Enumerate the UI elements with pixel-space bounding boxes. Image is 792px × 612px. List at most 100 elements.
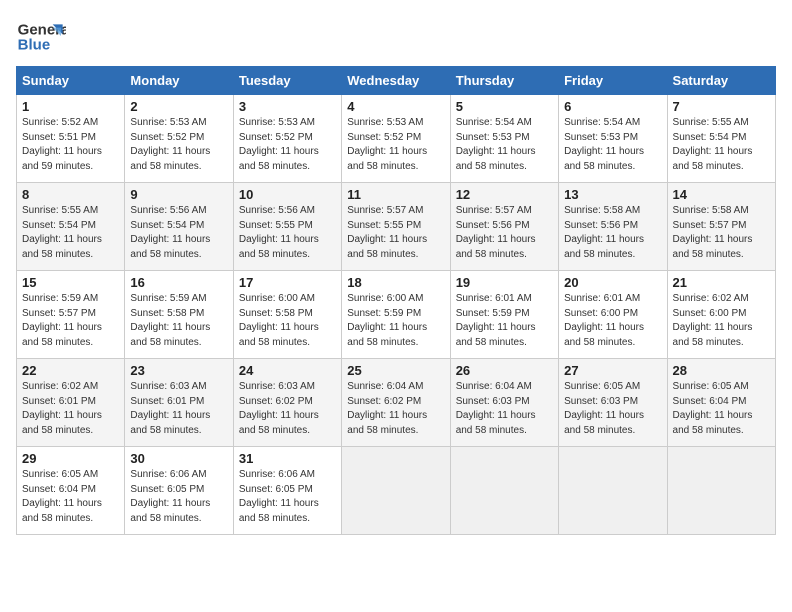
calendar-cell: 8 Sunrise: 5:55 AMSunset: 5:54 PMDaylight…: [17, 183, 125, 271]
calendar-header-row: SundayMondayTuesdayWednesdayThursdayFrid…: [17, 67, 776, 95]
day-info: Sunrise: 6:03 AMSunset: 6:01 PMDaylight:…: [130, 380, 227, 438]
day-number: 8: [22, 187, 119, 202]
calendar-week-row: 15Sunrise: 5:59 AMSunset: 5:57 PMDayligh…: [17, 271, 776, 359]
calendar-cell: 23 Sunrise: 6:03 AMSunset: 6:01 PMDayligh…: [125, 359, 233, 447]
svg-text:Blue: Blue: [18, 36, 51, 53]
day-header-thursday: Thursday: [450, 67, 558, 95]
day-info: Sunrise: 6:00 AMSunset: 5:58 PMDaylight:…: [239, 292, 336, 350]
day-info: Sunrise: 5:55 AMSunset: 5:54 PMDaylight:…: [22, 204, 119, 262]
day-number: 13: [564, 187, 661, 202]
day-number: 18: [347, 275, 444, 290]
calendar-table: SundayMondayTuesdayWednesdayThursdayFrid…: [16, 66, 776, 535]
day-number: 27: [564, 363, 661, 378]
day-info: Sunrise: 6:04 AMSunset: 6:03 PMDaylight:…: [456, 380, 553, 438]
day-number: 31: [239, 451, 336, 466]
calendar-cell: 6 Sunrise: 5:54 AMSunset: 5:53 PMDaylight…: [559, 95, 667, 183]
calendar-cell: 3 Sunrise: 5:53 AMSunset: 5:52 PMDaylight…: [233, 95, 341, 183]
calendar-cell: 29 Sunrise: 6:05 AMSunset: 6:04 PMDayligh…: [17, 447, 125, 535]
calendar-cell: 11Sunrise: 5:57 AMSunset: 5:55 PMDayligh…: [342, 183, 450, 271]
day-info: Sunrise: 5:58 AMSunset: 5:56 PMDaylight:…: [564, 204, 661, 262]
day-info: Sunrise: 5:59 AMSunset: 5:57 PMDaylight:…: [22, 292, 119, 350]
calendar-cell: 22 Sunrise: 6:02 AMSunset: 6:01 PMDayligh…: [17, 359, 125, 447]
calendar-cell: 19 Sunrise: 6:01 AMSunset: 5:59 PMDayligh…: [450, 271, 558, 359]
day-info: Sunrise: 6:01 AMSunset: 6:00 PMDaylight:…: [564, 292, 661, 350]
day-header-wednesday: Wednesday: [342, 67, 450, 95]
day-info: Sunrise: 5:57 AMSunset: 5:56 PMDaylight:…: [456, 204, 553, 262]
day-info: Sunrise: 6:06 AMSunset: 6:05 PMDaylight:…: [239, 468, 336, 526]
day-header-sunday: Sunday: [17, 67, 125, 95]
day-info: Sunrise: 6:03 AMSunset: 6:02 PMDaylight:…: [239, 380, 336, 438]
day-info: Sunrise: 5:53 AMSunset: 5:52 PMDaylight:…: [239, 116, 336, 174]
calendar-cell: [450, 447, 558, 535]
day-number: 24: [239, 363, 336, 378]
day-number: 26: [456, 363, 553, 378]
calendar-cell: [667, 447, 775, 535]
calendar-cell: 4 Sunrise: 5:53 AMSunset: 5:52 PMDaylight…: [342, 95, 450, 183]
calendar-cell: 12 Sunrise: 5:57 AMSunset: 5:56 PMDayligh…: [450, 183, 558, 271]
calendar-cell: 26 Sunrise: 6:04 AMSunset: 6:03 PMDayligh…: [450, 359, 558, 447]
day-info: Sunrise: 5:53 AMSunset: 5:52 PMDaylight:…: [347, 116, 444, 174]
day-number: 9: [130, 187, 227, 202]
day-info: Sunrise: 5:58 AMSunset: 5:57 PMDaylight:…: [673, 204, 770, 262]
day-info: Sunrise: 6:04 AMSunset: 6:02 PMDaylight:…: [347, 380, 444, 438]
day-info: Sunrise: 6:02 AMSunset: 6:01 PMDaylight:…: [22, 380, 119, 438]
calendar-cell: [342, 447, 450, 535]
day-info: Sunrise: 5:54 AMSunset: 5:53 PMDaylight:…: [456, 116, 553, 174]
calendar-cell: 25 Sunrise: 6:04 AMSunset: 6:02 PMDayligh…: [342, 359, 450, 447]
calendar-cell: 1 Sunrise: 5:52 AMSunset: 5:51 PMDaylight…: [17, 95, 125, 183]
day-info: Sunrise: 5:52 AMSunset: 5:51 PMDaylight:…: [22, 116, 119, 174]
calendar-cell: 24 Sunrise: 6:03 AMSunset: 6:02 PMDayligh…: [233, 359, 341, 447]
calendar-week-row: 29 Sunrise: 6:05 AMSunset: 6:04 PMDayligh…: [17, 447, 776, 535]
calendar-cell: 31 Sunrise: 6:06 AMSunset: 6:05 PMDayligh…: [233, 447, 341, 535]
day-number: 5: [456, 99, 553, 114]
day-number: 1: [22, 99, 119, 114]
calendar-cell: 15Sunrise: 5:59 AMSunset: 5:57 PMDayligh…: [17, 271, 125, 359]
calendar-cell: 2 Sunrise: 5:53 AMSunset: 5:52 PMDaylight…: [125, 95, 233, 183]
day-info: Sunrise: 6:05 AMSunset: 6:04 PMDaylight:…: [22, 468, 119, 526]
day-info: Sunrise: 5:54 AMSunset: 5:53 PMDaylight:…: [564, 116, 661, 174]
day-info: Sunrise: 6:01 AMSunset: 5:59 PMDaylight:…: [456, 292, 553, 350]
day-header-saturday: Saturday: [667, 67, 775, 95]
day-info: Sunrise: 6:02 AMSunset: 6:00 PMDaylight:…: [673, 292, 770, 350]
day-number: 14: [673, 187, 770, 202]
day-number: 29: [22, 451, 119, 466]
day-number: 23: [130, 363, 227, 378]
calendar-cell: 27Sunrise: 6:05 AMSunset: 6:03 PMDayligh…: [559, 359, 667, 447]
day-info: Sunrise: 6:05 AMSunset: 6:04 PMDaylight:…: [673, 380, 770, 438]
day-info: Sunrise: 6:06 AMSunset: 6:05 PMDaylight:…: [130, 468, 227, 526]
calendar-cell: 13 Sunrise: 5:58 AMSunset: 5:56 PMDayligh…: [559, 183, 667, 271]
day-number: 25: [347, 363, 444, 378]
day-number: 17: [239, 275, 336, 290]
day-number: 16: [130, 275, 227, 290]
calendar-cell: 21Sunrise: 6:02 AMSunset: 6:00 PMDayligh…: [667, 271, 775, 359]
day-info: Sunrise: 5:56 AMSunset: 5:55 PMDaylight:…: [239, 204, 336, 262]
calendar-cell: [559, 447, 667, 535]
calendar-cell: 20 Sunrise: 6:01 AMSunset: 6:00 PMDayligh…: [559, 271, 667, 359]
day-info: Sunrise: 5:59 AMSunset: 5:58 PMDaylight:…: [130, 292, 227, 350]
calendar-cell: 30 Sunrise: 6:06 AMSunset: 6:05 PMDayligh…: [125, 447, 233, 535]
day-number: 12: [456, 187, 553, 202]
day-number: 22: [22, 363, 119, 378]
day-number: 20: [564, 275, 661, 290]
day-info: Sunrise: 6:00 AMSunset: 5:59 PMDaylight:…: [347, 292, 444, 350]
day-header-tuesday: Tuesday: [233, 67, 341, 95]
day-number: 4: [347, 99, 444, 114]
calendar-cell: 28 Sunrise: 6:05 AMSunset: 6:04 PMDayligh…: [667, 359, 775, 447]
day-number: 30: [130, 451, 227, 466]
calendar-cell: 14 Sunrise: 5:58 AMSunset: 5:57 PMDayligh…: [667, 183, 775, 271]
calendar-cell: 16 Sunrise: 5:59 AMSunset: 5:58 PMDayligh…: [125, 271, 233, 359]
calendar-week-row: 8 Sunrise: 5:55 AMSunset: 5:54 PMDaylight…: [17, 183, 776, 271]
day-number: 19: [456, 275, 553, 290]
calendar-week-row: 22 Sunrise: 6:02 AMSunset: 6:01 PMDayligh…: [17, 359, 776, 447]
calendar-cell: 5 Sunrise: 5:54 AMSunset: 5:53 PMDaylight…: [450, 95, 558, 183]
day-number: 10: [239, 187, 336, 202]
day-number: 28: [673, 363, 770, 378]
day-number: 3: [239, 99, 336, 114]
day-info: Sunrise: 5:53 AMSunset: 5:52 PMDaylight:…: [130, 116, 227, 174]
calendar-cell: 10 Sunrise: 5:56 AMSunset: 5:55 PMDayligh…: [233, 183, 341, 271]
day-number: 6: [564, 99, 661, 114]
day-number: 2: [130, 99, 227, 114]
day-header-monday: Monday: [125, 67, 233, 95]
calendar-cell: 7Sunrise: 5:55 AMSunset: 5:54 PMDaylight…: [667, 95, 775, 183]
calendar-cell: 9Sunrise: 5:56 AMSunset: 5:54 PMDaylight…: [125, 183, 233, 271]
